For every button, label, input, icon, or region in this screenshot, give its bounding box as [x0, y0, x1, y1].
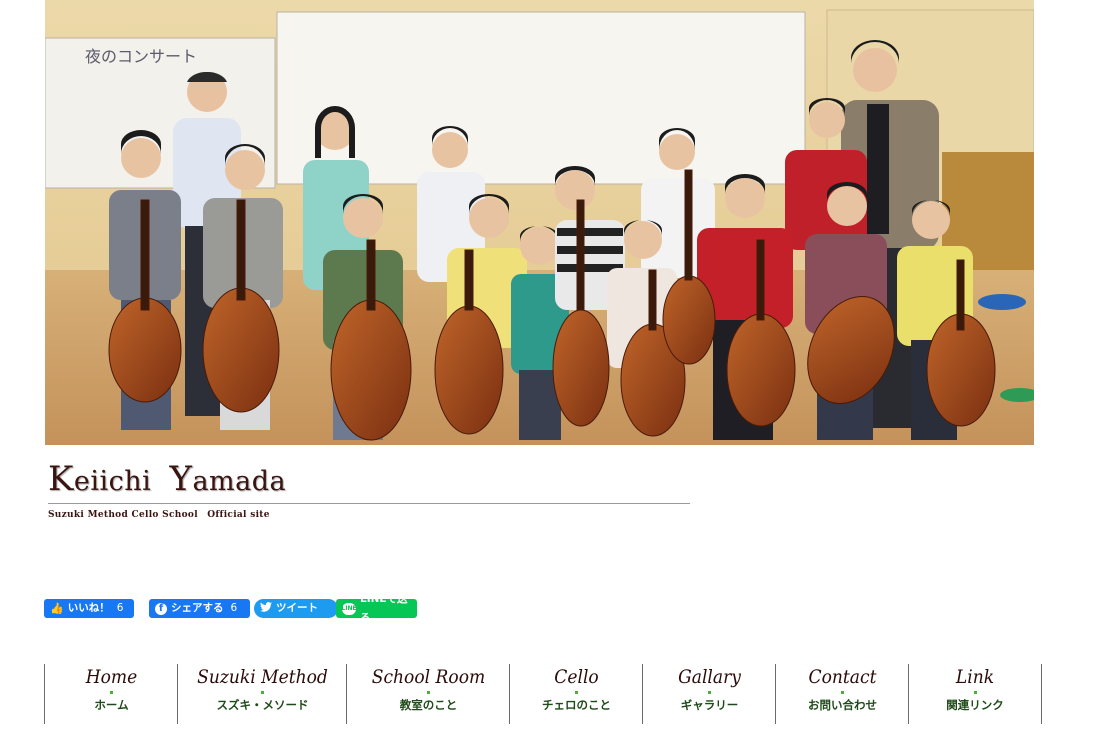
nav-cello-en: Cello — [554, 666, 599, 688]
nav-item-cello[interactable]: Cello チェロのこと — [509, 664, 643, 724]
facebook-share-label: シェアする — [171, 602, 224, 614]
logo-last-name: amada — [192, 466, 287, 497]
site-logo[interactable]: Keiichi Yamada Suzuki Method Cello Schoo… — [48, 462, 690, 520]
nav-suzuki-method-en: Suzuki Method — [197, 666, 328, 688]
nav-item-school-room[interactable]: School Room 教室のこと — [346, 664, 510, 724]
nav-bullet — [427, 691, 430, 694]
nav-bullet — [973, 691, 977, 694]
hero-photo: 夜のコンサート — [45, 0, 1034, 445]
logo-divider — [48, 503, 690, 504]
line-share-label: LINEで送る — [360, 592, 408, 624]
nav-contact-ja: お問い合わせ — [808, 698, 877, 712]
nav-bullet — [708, 691, 711, 694]
nav-bullet — [841, 691, 844, 694]
main-navigation: Home ホーム Suzuki Method スズキ・メソード School R… — [44, 664, 1043, 726]
facebook-like-label: いいね！ — [67, 602, 110, 614]
nav-home-en: Home — [85, 666, 138, 688]
group-photo-illustration: 夜のコンサート — [45, 0, 1034, 445]
nav-contact-en: Contact — [808, 666, 877, 688]
logo-initial-k: K — [48, 459, 74, 499]
facebook-icon: f — [155, 602, 167, 615]
nav-suzuki-method-ja: スズキ・メソード — [216, 698, 309, 712]
nav-gallary-en: Gallary — [678, 666, 741, 688]
line-icon: LINE — [341, 602, 357, 615]
tweet-label: ツイート — [276, 602, 318, 614]
nav-item-contact[interactable]: Contact お問い合わせ — [775, 664, 909, 724]
nav-cello-ja: チェロのこと — [542, 698, 611, 712]
logo-initial-y: Y — [169, 459, 193, 499]
twitter-bird-icon — [260, 599, 272, 618]
nav-gallary-ja: ギャラリー — [680, 698, 739, 712]
nav-link-ja: 関連リンク — [946, 698, 1004, 712]
nav-item-home[interactable]: Home ホーム — [44, 664, 178, 724]
facebook-like-button[interactable]: 👍 いいね！ 6 — [44, 599, 134, 618]
nav-item-suzuki-method[interactable]: Suzuki Method スズキ・メソード — [177, 664, 347, 724]
nav-bullet — [575, 691, 578, 694]
thumbs-up-icon: 👍 — [50, 602, 64, 615]
tweet-button[interactable]: ツイート — [254, 599, 338, 618]
nav-bullet — [261, 691, 264, 694]
page: 夜のコンサート Keiichi Yamada Suzuki Method Cel… — [0, 0, 1110, 751]
logo-title: Keiichi Yamada — [48, 462, 690, 499]
logo-subtitle: Suzuki Method Cello School Official site — [48, 510, 270, 520]
nav-item-link[interactable]: Link 関連リンク — [908, 664, 1042, 724]
facebook-like-count: 6 — [116, 602, 124, 614]
facebook-share-button[interactable]: f シェアする 6 — [149, 599, 250, 618]
nav-bullet — [110, 691, 113, 694]
nav-school-room-ja: 教室のこと — [399, 698, 458, 712]
logo-first-name: eiichi — [73, 466, 152, 497]
nav-school-room-en: School Room — [371, 666, 486, 688]
nav-home-ja: ホーム — [94, 698, 129, 712]
board-text: 夜のコンサート — [85, 47, 197, 66]
line-share-button[interactable]: LINE LINEで送る — [336, 593, 417, 624]
facebook-share-count: 6 — [230, 602, 238, 614]
nav-link-en: Link — [955, 666, 995, 688]
nav-item-gallary[interactable]: Gallary ギャラリー — [642, 664, 776, 724]
